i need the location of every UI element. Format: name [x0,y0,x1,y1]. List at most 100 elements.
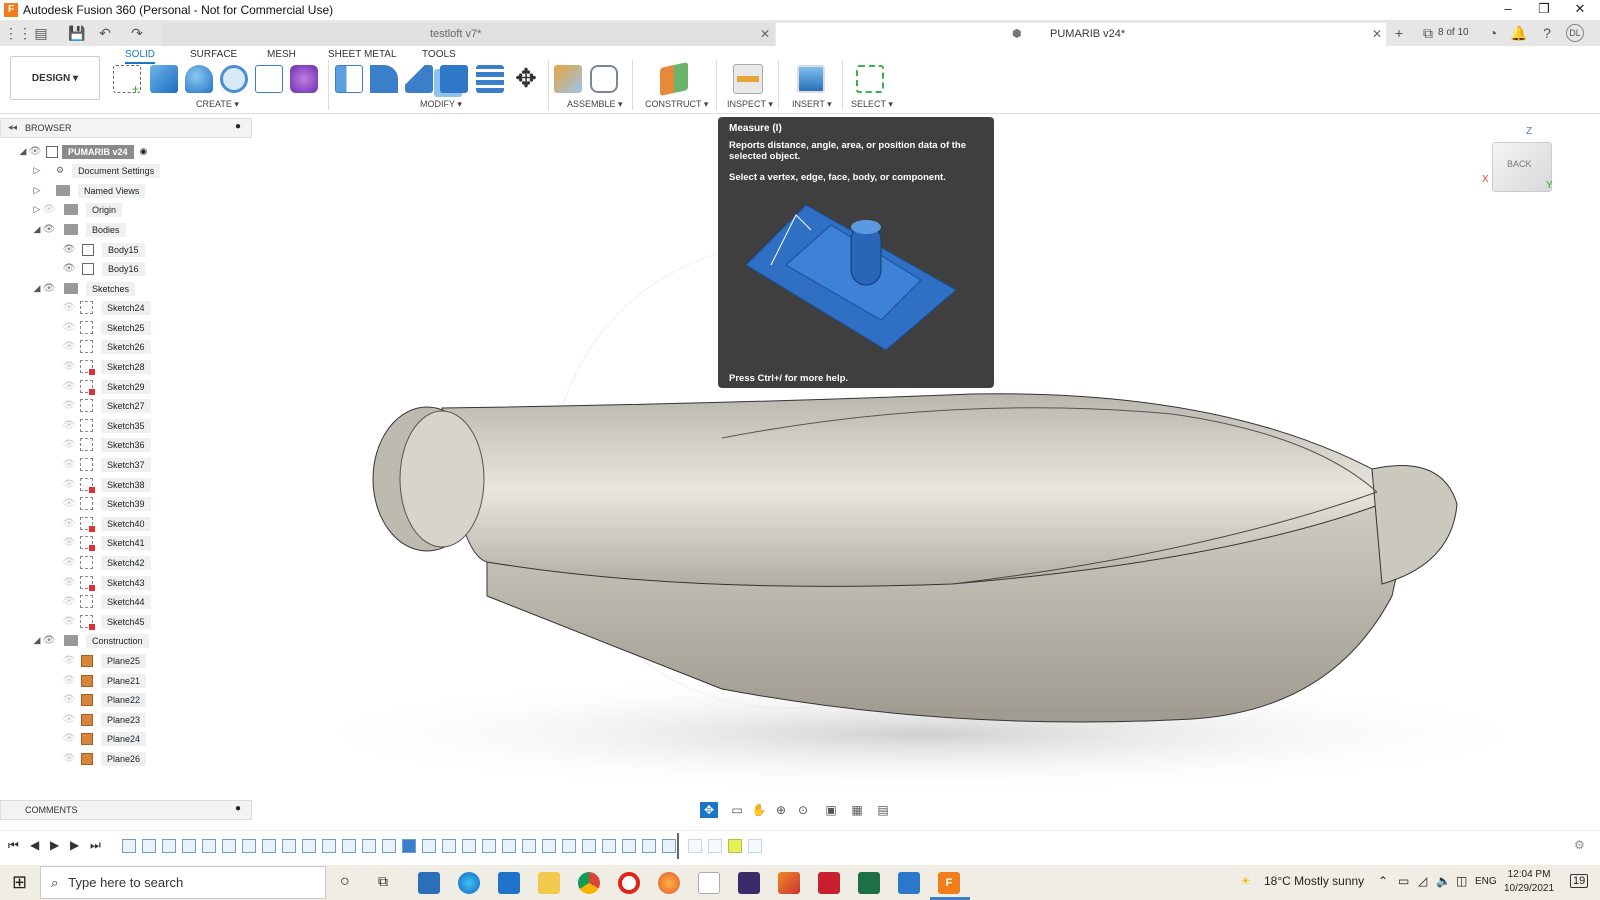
group-select[interactable]: SELECT ▾ [851,99,893,110]
app-icon[interactable] [778,872,800,894]
orbit-icon[interactable]: ✥ [700,802,718,818]
timeline-feature[interactable] [442,839,456,853]
workspace-switcher[interactable]: DESIGN ▾ [10,56,100,100]
tree-item[interactable]: 👁 Sketch27 [62,396,151,415]
tree-root[interactable]: ◢ 👁 PUMARIB v24 ◉ [18,142,147,161]
save-icon[interactable]: 💾 [68,24,86,42]
shell-icon[interactable] [440,65,468,93]
tab-mesh[interactable]: MESH [267,49,296,60]
tree-item[interactable]: 👁 Plane22 [62,690,147,709]
joint-icon[interactable] [590,65,618,93]
extensions-icon[interactable]: ◔ [1484,24,1502,42]
add-comment-icon[interactable]: ● [235,803,241,814]
visibility-icon[interactable]: 👁 [28,146,42,157]
timeline-feature[interactable] [122,839,136,853]
select-icon[interactable] [856,65,884,93]
photos-icon[interactable] [898,872,920,894]
language-indicator[interactable]: ENG [1475,876,1497,887]
group-inspect[interactable]: INSPECT ▾ [727,99,773,110]
browser-panel-header[interactable]: ◂◂ BROWSER ● [0,118,252,138]
network-icon[interactable]: ◿ [1418,874,1427,888]
timeline-feature[interactable] [602,839,616,853]
excel-icon[interactable] [858,872,880,894]
help-icon[interactable]: ? [1538,24,1556,42]
timeline-marker[interactable] [677,833,679,859]
tab-solid[interactable]: SOLID [125,49,156,64]
volume-icon[interactable]: 🔈 [1436,874,1451,888]
tree-item[interactable]: 👁 Body15 [62,240,145,259]
fit-icon[interactable]: ⊙ [794,802,812,818]
app-icon[interactable] [738,872,760,894]
go-to-end-icon[interactable]: ⏭ [90,838,101,853]
tab-surface[interactable]: SURFACE [190,49,237,60]
tree-item[interactable]: 👁 Sketch25 [62,318,151,337]
tray-chevron-icon[interactable]: ⌃ [1378,874,1388,888]
timeline-feature[interactable] [582,839,596,853]
timeline-feature[interactable] [242,839,256,853]
timeline-feature[interactable] [422,839,436,853]
offset-plane-icon[interactable] [660,62,688,96]
close-icon[interactable]: ✕ [1562,0,1598,20]
timeline-feature[interactable] [322,839,336,853]
timeline-feature[interactable] [642,839,656,853]
notification-badge[interactable]: 19 [1570,874,1589,888]
tree-item[interactable]: 👁 Plane25 [62,651,147,670]
timeline-feature[interactable] [302,839,316,853]
move-icon[interactable]: ✥ [512,65,540,93]
restore-icon[interactable]: ❐ [1526,0,1562,20]
measure-icon[interactable] [733,64,763,94]
tree-item[interactable]: 👁 Plane26 [62,749,147,768]
timeline-feature[interactable] [502,839,516,853]
step-forward-icon[interactable]: ▶ [70,838,79,852]
tray-app-icon[interactable]: ◫ [1456,874,1467,888]
hole-icon[interactable] [220,65,248,93]
tree-item[interactable]: ◢ 👁 Sketches [32,279,136,298]
file-explorer-icon[interactable] [538,872,560,894]
taskbar-search[interactable]: ⌕ Type here to search [40,866,326,899]
timeline-feature[interactable] [282,839,296,853]
job-status-icon[interactable]: ⧉ [1420,24,1436,42]
redo-icon[interactable]: ↷ [128,24,146,42]
timeline-feature[interactable] [202,839,216,853]
tree-item[interactable]: 👁 Sketch29 [62,377,151,396]
comments-panel-header[interactable]: COMMENTS ● [0,800,252,820]
timeline-feature[interactable] [708,839,722,853]
tree-item[interactable]: 👁 Sketch38 [62,475,151,494]
new-component-icon[interactable] [554,65,582,93]
extrude-icon[interactable] [150,65,178,93]
mcafee-icon[interactable] [818,872,840,894]
tab-testloft[interactable]: testloft v7* ✕ [162,23,774,46]
create-form-icon[interactable] [290,65,318,93]
tree-item[interactable]: 👁 Sketch43 [62,573,151,592]
expand-icon[interactable]: ◢ [18,146,28,157]
view-cube[interactable]: BACK [1492,142,1552,192]
look-at-icon[interactable]: ▭ [728,802,746,818]
insert-image-icon[interactable] [797,65,825,93]
group-create[interactable]: CREATE ▾ [196,99,239,110]
fillet-icon[interactable] [370,65,398,93]
timeline-feature[interactable] [262,839,276,853]
user-avatar[interactable]: DL [1566,24,1584,42]
tree-item[interactable]: 👁 Sketch26 [62,337,151,356]
group-construct[interactable]: CONSTRUCT ▾ [645,99,708,110]
timeline-feature[interactable] [542,839,556,853]
go-to-start-icon[interactable]: ⏮ [8,838,19,853]
tree-item[interactable]: 👁 Plane21 [62,671,147,690]
tree-item[interactable]: ▷ 👁 Origin [32,200,123,219]
notifications-icon[interactable]: 🔔 [1510,24,1528,42]
clock[interactable]: 12:04 PM 10/29/2021 [1504,868,1554,896]
create-sketch-icon[interactable]: + [113,65,141,95]
timeline-settings-icon[interactable]: ⚙ [1574,838,1585,852]
mail-icon[interactable] [498,872,520,894]
cortana-icon[interactable]: ○ [340,873,350,891]
file-menu-icon[interactable]: ▤ [32,24,50,42]
tree-item[interactable]: 👁 Sketch44 [62,592,151,611]
tree-item[interactable]: 👁 Sketch39 [62,494,151,513]
pin-icon[interactable]: ● [235,121,241,132]
pattern-icon[interactable] [255,65,283,93]
minimize-icon[interactable]: – [1490,0,1526,20]
tree-item[interactable]: ◢ 👁 Construction [32,631,149,650]
tab-sheet-metal[interactable]: SHEET METAL [328,49,397,60]
timeline-feature[interactable] [562,839,576,853]
opera-icon[interactable] [618,872,640,894]
